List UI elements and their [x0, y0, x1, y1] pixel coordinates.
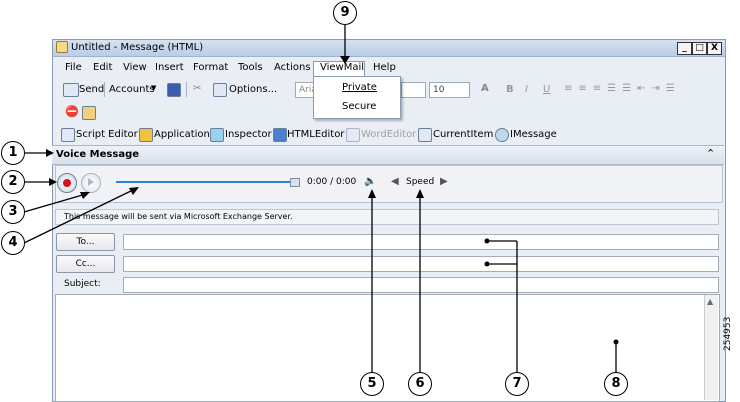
- scroll-up-icon[interactable]: ▲: [707, 297, 713, 306]
- underline-icon[interactable]: U: [543, 84, 550, 95]
- toolbar-separator: [186, 82, 187, 97]
- volume-icon[interactable]: 🔈: [364, 176, 376, 187]
- alignment-icons[interactable]: ≡≡≡☰☰⇤⇥☰: [564, 83, 681, 94]
- callout-7: 7: [505, 372, 529, 396]
- callout-4: 4: [1, 231, 25, 255]
- body-scrollbar[interactable]: ▲: [704, 295, 718, 400]
- callout-1: 1: [1, 141, 25, 165]
- current-item-icon: [418, 128, 432, 142]
- callout-8: 8: [604, 372, 628, 396]
- callout-9: 9: [333, 1, 357, 25]
- cc-input[interactable]: [123, 256, 719, 272]
- menu-edit[interactable]: Edit: [93, 62, 112, 73]
- speed-down-icon[interactable]: ◀: [391, 176, 399, 187]
- to-input[interactable]: [123, 234, 719, 250]
- callout-5: 5: [360, 372, 384, 396]
- accounts-dropdown-icon: ▼: [151, 84, 157, 92]
- voice-message-title: Voice Message: [56, 149, 140, 160]
- menu-insert[interactable]: Insert: [155, 62, 184, 73]
- lock-icon[interactable]: [82, 106, 96, 120]
- subject-label: Subject:: [64, 279, 101, 289]
- callout-6: 6: [408, 372, 432, 396]
- cc-button[interactable]: Cc...: [56, 255, 115, 273]
- speed-up-icon[interactable]: ▶: [440, 176, 448, 187]
- menu-tools[interactable]: Tools: [238, 62, 263, 73]
- menu-view[interactable]: View: [123, 62, 147, 73]
- inspector-button[interactable]: Inspector: [225, 129, 272, 140]
- imessage-button[interactable]: IMessage: [510, 129, 557, 140]
- title-bar: Untitled - Message (HTML) _ □ X: [53, 40, 725, 57]
- viewmail-secure-item[interactable]: Secure: [342, 101, 376, 112]
- playback-time: 0:00 / 0:00: [307, 177, 357, 187]
- minimize-button[interactable]: _: [677, 42, 692, 55]
- application-button[interactable]: Application: [154, 129, 210, 140]
- collapse-icon[interactable]: ⌃: [706, 147, 715, 160]
- menu-actions[interactable]: Actions: [274, 62, 311, 73]
- toolbar-separator: [104, 82, 105, 97]
- application-icon: [139, 128, 153, 142]
- html-editor-button[interactable]: HTMLEditor: [287, 129, 344, 140]
- inspector-icon: [210, 128, 224, 142]
- font-name-select-tail[interactable]: [401, 82, 426, 98]
- viewmail-private-item[interactable]: Private: [342, 82, 377, 93]
- font-size-select[interactable]: 10: [429, 82, 470, 98]
- seek-slider-thumb[interactable]: [290, 178, 300, 187]
- close-button[interactable]: X: [707, 42, 722, 55]
- script-editor-button[interactable]: Script Editor: [76, 129, 138, 140]
- exchange-notice: This message will be sent via Microsoft …: [64, 212, 293, 221]
- send-button[interactable]: Send: [79, 84, 104, 95]
- maximize-button[interactable]: □: [692, 42, 707, 55]
- font-color-icon[interactable]: A: [481, 83, 489, 94]
- voice-message-panel: [55, 165, 723, 203]
- voice-message-header: Voice Message ⌃: [52, 145, 724, 165]
- italic-icon[interactable]: I: [525, 84, 528, 95]
- speed-label: Speed: [406, 177, 435, 187]
- imessage-icon: [495, 128, 509, 142]
- viewmail-dropdown: Private Secure: [313, 76, 401, 119]
- send-icon: [63, 83, 79, 97]
- envelope-icon: [56, 41, 68, 53]
- options-icon: [213, 83, 227, 97]
- figure-id: 254953: [723, 316, 733, 351]
- exchange-notice-bar: This message will be sent via Microsoft …: [55, 209, 719, 225]
- no-entry-icon[interactable]: ⛔: [65, 105, 79, 118]
- accounts-button[interactable]: Accounts: [109, 84, 155, 95]
- callout-3: 3: [1, 200, 25, 224]
- menu-viewmail[interactable]: ViewMail: [320, 62, 364, 73]
- html-editor-icon: [273, 128, 287, 142]
- to-button[interactable]: To...: [56, 233, 115, 251]
- menu-file[interactable]: File: [65, 62, 82, 73]
- menu-help[interactable]: Help: [373, 62, 396, 73]
- play-icon: [88, 178, 94, 186]
- subject-input[interactable]: [123, 277, 719, 293]
- seek-slider[interactable]: [116, 181, 296, 183]
- developer-toolbar: Script Editor Application Inspector HTML…: [53, 125, 725, 145]
- bold-icon[interactable]: B: [506, 84, 514, 95]
- options-button[interactable]: Options...: [229, 84, 277, 95]
- menu-format[interactable]: Format: [193, 62, 228, 73]
- word-editor-icon: [346, 128, 360, 142]
- current-item-button[interactable]: CurrentItem: [433, 129, 493, 140]
- window-title: Untitled - Message (HTML): [71, 42, 204, 53]
- word-editor-button[interactable]: WordEditor: [361, 129, 416, 140]
- script-editor-icon: [61, 128, 75, 142]
- record-icon: [63, 179, 71, 187]
- menu-bar: File Edit View Insert Format Tools Actio…: [53, 60, 725, 76]
- callout-2: 2: [1, 170, 25, 194]
- save-icon[interactable]: [167, 83, 181, 97]
- cut-icon[interactable]: ✂: [193, 83, 201, 94]
